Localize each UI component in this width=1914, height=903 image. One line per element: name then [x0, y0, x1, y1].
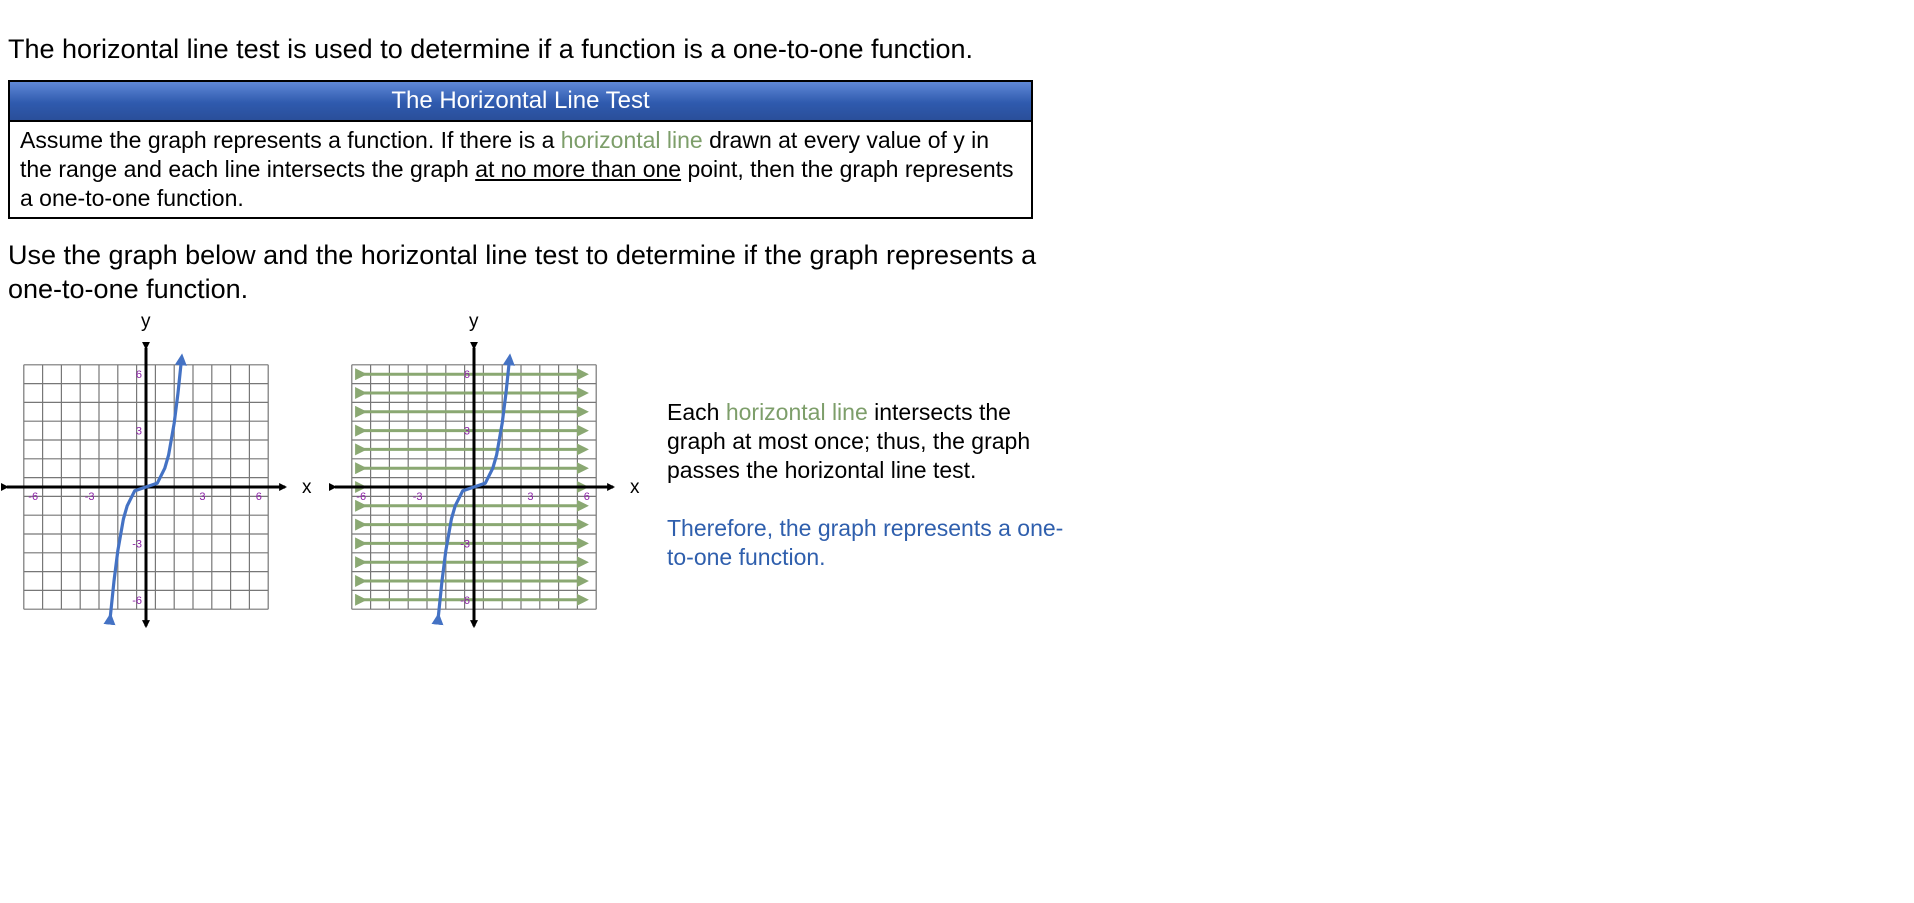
explanation-part-1: Each [667, 399, 726, 425]
conclusion-text: Therefore, the graph represents a one-to… [667, 515, 1064, 570]
y-tick-label: 6 [136, 369, 142, 381]
x-tick-label: -3 [85, 491, 95, 503]
y-tick-label: -6 [132, 595, 142, 607]
graph-with-horizontal-lines: x y -6 -3 3 6 6 3 -3 -6 [328, 311, 640, 629]
y-tick-label: -6 [460, 595, 470, 607]
y-axis-label: y [141, 311, 151, 332]
y-tick-label: 6 [464, 369, 470, 381]
box-body-horizontal-line: horizontal line [560, 127, 703, 153]
x-tick-label: 6 [256, 491, 262, 503]
x-tick-label: 6 [584, 491, 590, 503]
x-tick-label: -3 [413, 491, 423, 503]
x-tick-label: 3 [199, 491, 205, 503]
graph-original: x y -6 -3 3 6 6 3 -3 -6 [0, 311, 312, 629]
horizontal-line-test-box: The Horizontal Line Test Assume the grap… [8, 80, 1033, 219]
instruction-text: Use the graph below and the horizontal l… [8, 240, 1037, 304]
box-body-underlined: at no more than one [475, 156, 682, 182]
y-tick-label: 3 [464, 426, 470, 438]
y-axis-label: y [469, 311, 479, 332]
x-tick-label: -6 [28, 491, 38, 503]
explanation-horizontal-line: horizontal line [725, 399, 868, 425]
x-axis-label: x [302, 477, 312, 498]
explanation-text: Each horizontal line intersects the grap… [667, 398, 1067, 485]
box-body-part-1: Assume the graph represents a function. … [20, 127, 561, 153]
box-title: The Horizontal Line Test [10, 82, 1031, 122]
x-axis-label: x [630, 477, 640, 498]
y-tick-label: -3 [460, 538, 470, 550]
x-tick-label: 3 [527, 491, 533, 503]
x-tick-label: -6 [356, 491, 366, 503]
box-body: Assume the graph represents a function. … [10, 122, 1031, 213]
intro-text: The horizontal line test is used to dete… [8, 34, 974, 64]
y-tick-label: -3 [132, 538, 142, 550]
y-tick-label: 3 [136, 426, 142, 438]
